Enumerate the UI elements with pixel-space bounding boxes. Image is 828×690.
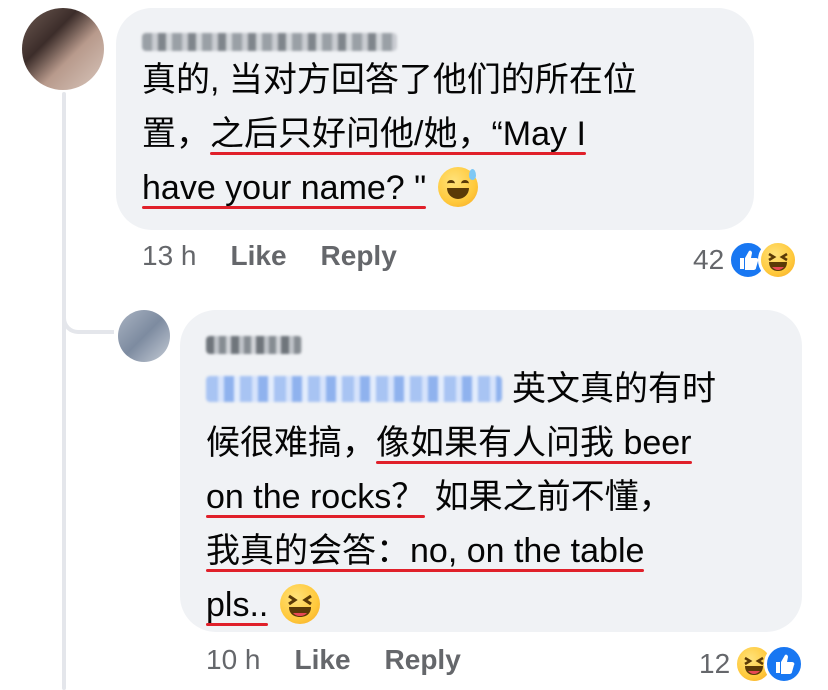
like-icon (764, 644, 805, 684)
comment-line: on the rocks？ 如果之前不懂， (206, 470, 786, 524)
underlined-text: 之后只好问他/她，“May I (210, 115, 586, 153)
comment-line: 置，之后只好问他/她，“May I (142, 107, 742, 161)
author-name-blurred[interactable] (142, 33, 397, 51)
underlined-text: 我真的会答：no, on the table (206, 532, 645, 570)
reaction-count: 42 (693, 244, 725, 275)
underlined-text: on the rocks？ (206, 478, 426, 516)
comment-line: 英文真的有时 (206, 362, 786, 416)
reaction-count: 12 (699, 648, 731, 679)
comment-text: 英文真的有时 候很难搞，像如果有人问我 beer on the rocks？ 如… (206, 362, 786, 632)
timestamp[interactable]: 13 h (142, 240, 197, 272)
author-name-blurred[interactable] (206, 336, 302, 354)
avatar[interactable] (118, 310, 170, 362)
comment-line-part: 置， (142, 115, 210, 153)
like-button[interactable]: Like (231, 240, 287, 272)
comment-line: 候很难搞，像如果有人问我 beer (206, 416, 786, 470)
comment-line-part: 如果之前不懂， (425, 478, 673, 516)
comment-line: pls.. (206, 578, 786, 632)
reply-button[interactable]: Reply (385, 644, 461, 676)
underlined-text: pls.. (206, 586, 269, 624)
grinning-sweat-emoji (438, 167, 479, 207)
underlined-text: 像如果有人问我 beer (376, 424, 692, 462)
reaction-summary[interactable]: 12 (699, 644, 805, 684)
comment-text: 真的, 当对方回答了他们的所在位 置，之后只好问他/她，“May I have … (142, 53, 742, 215)
comment-line-part: 候很难搞， (206, 424, 376, 462)
comment-line: 我真的会答：no, on the table (206, 524, 786, 578)
avatar[interactable] (22, 8, 104, 90)
haha-icon (758, 240, 799, 280)
laughing-squint-emoji (280, 584, 321, 624)
comment-actions: 10 h Like Reply (206, 644, 495, 676)
comment-line-part: 英文真的有时 (512, 370, 716, 408)
reply-connector (62, 300, 114, 334)
reaction-summary[interactable]: 42 (693, 240, 799, 280)
thread-line (62, 92, 66, 690)
comment-actions: 13 h Like Reply (142, 240, 431, 272)
comment-line: have your name? " (142, 161, 742, 215)
like-button[interactable]: Like (295, 644, 351, 676)
comment-line: 真的, 当对方回答了他们的所在位 (142, 61, 637, 99)
underlined-text: have your name? " (142, 169, 427, 207)
reply-button[interactable]: Reply (321, 240, 397, 272)
timestamp[interactable]: 10 h (206, 644, 261, 676)
